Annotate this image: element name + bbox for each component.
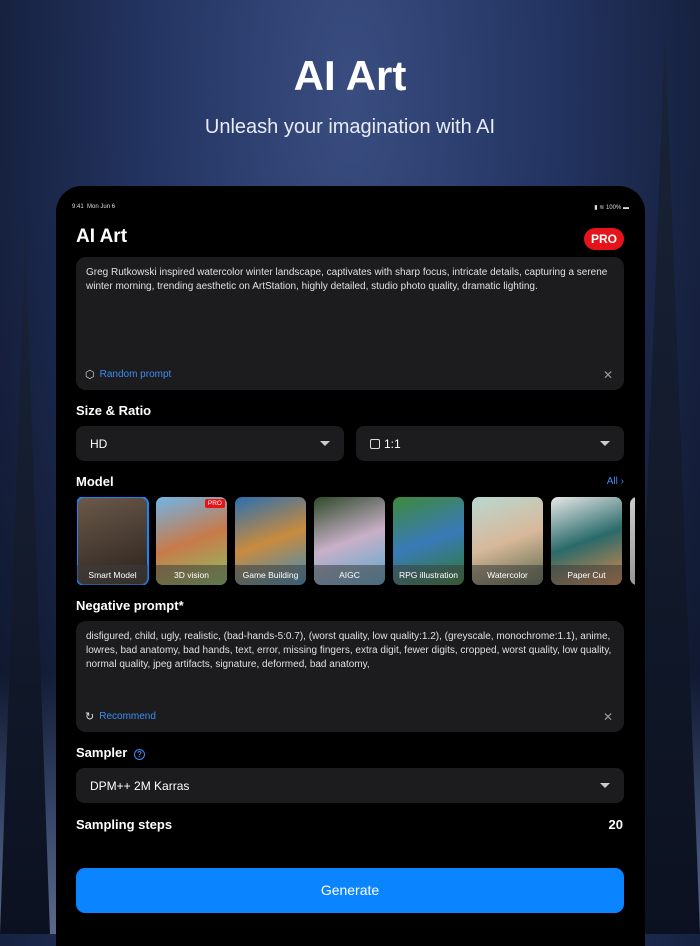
clear-negative-icon[interactable]: ✕ <box>603 710 613 724</box>
size-ratio-label: Size & Ratio <box>76 403 152 418</box>
chevron-down-icon <box>320 441 330 446</box>
status-time: 9:41 <box>72 204 84 210</box>
device-frame: 9:41 Mon Jun 6 ▮ ≋ 100% ▬ AI Art PRO Gre… <box>56 186 645 946</box>
prompt-text[interactable]: Greg Rutkowski inspired watercolor winte… <box>86 266 612 294</box>
negative-prompt-label: Negative prompt* <box>76 598 184 613</box>
model-card-smart-model[interactable]: Smart Model <box>77 497 149 585</box>
sampling-steps-label: Sampling steps <box>76 817 173 832</box>
model-label: Model <box>76 474 114 489</box>
ratio-value: 1:1 <box>384 436 401 451</box>
model-label: RPG illustration <box>393 565 464 585</box>
help-icon[interactable]: ? <box>133 749 145 760</box>
status-date: Mon Jun 6 <box>87 204 116 210</box>
size-select[interactable]: HD <box>76 426 344 461</box>
negative-prompt-box[interactable]: disfigured, child, ugly, realistic, (bad… <box>76 621 624 732</box>
app-title: AI Art <box>76 226 128 247</box>
recommend-button[interactable]: ↻ Recommend <box>85 710 156 723</box>
battery-level: 100% <box>605 205 622 211</box>
model-label: Watercolor <box>472 565 543 585</box>
model-card-watercolor[interactable]: Watercolor <box>472 497 543 585</box>
sampler-select[interactable]: DPM++ 2M Karras <box>76 768 624 803</box>
model-card-3d-vision[interactable]: PRO 3D vision <box>156 497 227 585</box>
prompt-box[interactable]: Greg Rutkowski inspired watercolor winte… <box>76 257 624 390</box>
recommend-label: Recommend <box>99 711 156 722</box>
ratio-select[interactable]: 1:1 <box>356 426 624 461</box>
model-card-partial[interactable] <box>630 497 635 585</box>
refresh-icon: ↻ <box>85 711 95 723</box>
model-card-rpg-illustration[interactable]: RPG illustration <box>393 497 464 585</box>
sampler-label-text: Sampler <box>76 745 128 760</box>
clear-prompt-icon[interactable]: ✕ <box>603 368 613 382</box>
model-card-game-building[interactable]: Game Building <box>235 497 306 585</box>
size-value: HD <box>90 436 108 451</box>
random-prompt-button[interactable]: ⬡ Random prompt <box>85 368 171 381</box>
battery-icon: ▬ <box>623 205 629 211</box>
model-label: Game Building <box>235 565 306 585</box>
model-card-paper-cut[interactable]: Paper Cut <box>551 497 622 585</box>
generate-button[interactable]: Generate <box>76 868 624 913</box>
sampler-value: DPM++ 2M Karras <box>90 778 190 793</box>
square-icon <box>370 438 380 449</box>
hero-subtitle: Unleash your imagination with AI <box>204 116 496 138</box>
dice-icon: ⬡ <box>85 369 95 381</box>
sampling-steps-value: 20 <box>608 817 623 832</box>
model-list: Smart Model PRO 3D vision Game Building A… <box>77 497 635 585</box>
random-prompt-label: Random prompt <box>99 369 172 380</box>
all-label: All <box>606 476 618 487</box>
model-label: Smart Model <box>77 565 148 585</box>
model-card-aigc[interactable]: AIGC <box>314 497 385 585</box>
signal-wifi-icon: ▮ ≋ <box>594 205 606 211</box>
all-models-link[interactable]: All › <box>607 476 624 487</box>
chevron-down-icon <box>600 783 610 788</box>
chevron-down-icon <box>600 441 610 446</box>
negative-prompt-text[interactable]: disfigured, child, ugly, realistic, (bad… <box>86 630 612 672</box>
status-bar: 9:41 Mon Jun 6 ▮ ≋ 100% ▬ <box>72 204 629 211</box>
model-label: Paper Cut <box>551 565 622 585</box>
background-tree <box>0 234 50 934</box>
hero-title: AI Art <box>293 52 407 99</box>
sampler-label: Sampler ? <box>76 745 145 760</box>
pro-badge[interactable]: PRO <box>583 228 624 250</box>
model-label: AIGC <box>314 565 385 585</box>
pro-badge: PRO <box>204 499 225 508</box>
model-label: 3D vision <box>156 565 227 585</box>
